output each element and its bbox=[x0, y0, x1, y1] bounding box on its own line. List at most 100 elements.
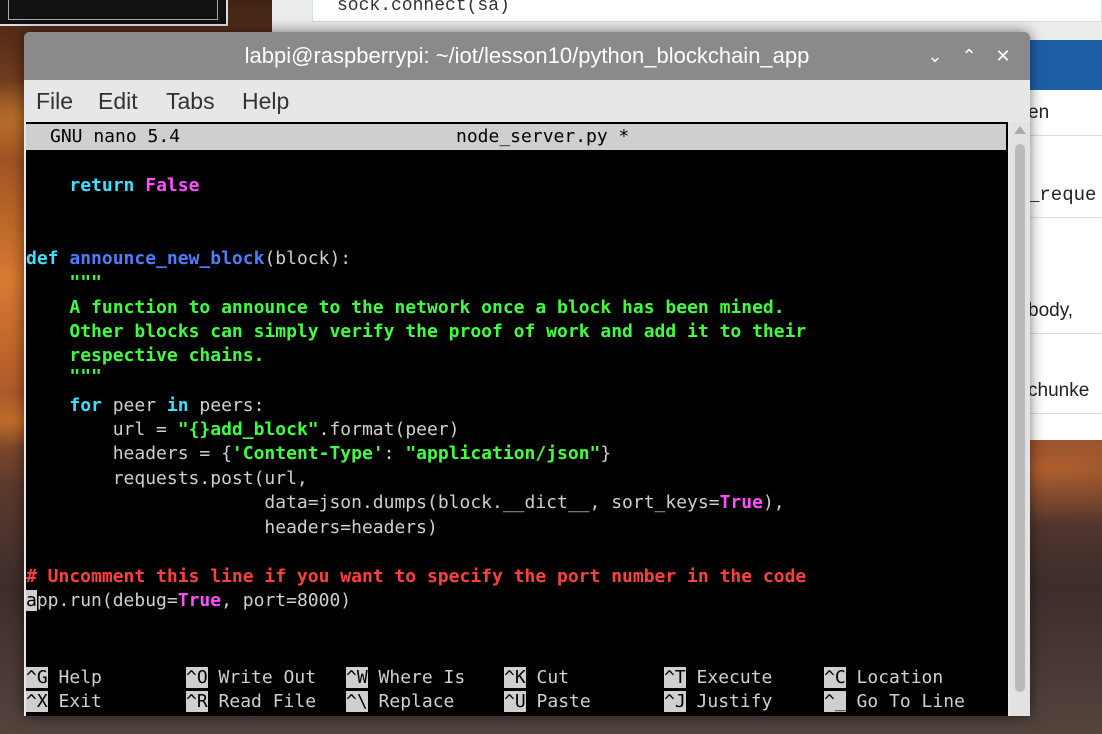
code-text: url = bbox=[112, 419, 178, 440]
shortcut-key: ^R bbox=[186, 691, 208, 712]
code-text: (block): bbox=[264, 248, 352, 269]
shortcut-label: Exit bbox=[58, 691, 102, 712]
shortcut-key: ^G bbox=[26, 667, 48, 688]
terminal-screen[interactable]: GNU nano 5.4 node_server.py * return Fal… bbox=[26, 122, 1008, 716]
shortcut-key: ^T bbox=[664, 667, 686, 688]
code-line: """ bbox=[26, 271, 102, 295]
shortcut-key: ^J bbox=[664, 691, 686, 712]
shortcut-label: Execute bbox=[696, 667, 773, 688]
code-text: requests.post(url, bbox=[112, 468, 308, 489]
code-line: def announce_new_block(block): bbox=[26, 247, 351, 271]
keyword: for bbox=[69, 395, 102, 416]
code-text: data=json.dumps(block.__dict__, sort_key… bbox=[264, 492, 720, 513]
literal: True bbox=[719, 492, 763, 513]
code-line: data=json.dumps(block.__dict__, sort_key… bbox=[26, 491, 785, 515]
background-terminal-window[interactable] bbox=[0, 0, 228, 26]
shortcut-label: Justify bbox=[696, 691, 773, 712]
code-line: """ bbox=[26, 365, 102, 389]
shortcut-replace[interactable]: ^\ Replace bbox=[346, 690, 454, 714]
shortcut-key: ^W bbox=[346, 667, 368, 688]
list-item[interactable]: en bbox=[1028, 90, 1102, 136]
shortcut-execute[interactable]: ^T Execute bbox=[664, 666, 772, 690]
minimize-button[interactable]: ⌄ bbox=[920, 32, 950, 80]
code-line: Other blocks can simply verify the proof… bbox=[26, 320, 806, 344]
shortcut-key: ^K bbox=[504, 667, 526, 688]
string: 'Content-Type' bbox=[231, 443, 384, 464]
title-bar[interactable]: labpi@raspberrypi: ~/iot/lesson10/python… bbox=[24, 32, 1030, 80]
menu-tabs[interactable]: Tabs bbox=[166, 88, 215, 115]
shortcut-write-out[interactable]: ^O Write Out bbox=[186, 666, 316, 690]
code-text: peer bbox=[101, 395, 167, 416]
vertical-scrollbar[interactable] bbox=[1010, 122, 1030, 716]
menu-bar: File Edit Tabs Help bbox=[24, 80, 1030, 122]
shortcut-read-file[interactable]: ^R Read File bbox=[186, 690, 316, 714]
terminal-window[interactable]: labpi@raspberrypi: ~/iot/lesson10/python… bbox=[24, 32, 1030, 716]
literal: True bbox=[177, 590, 222, 611]
list-item[interactable]: body, bbox=[1028, 288, 1102, 334]
code-text: pp.run(debug= bbox=[36, 590, 178, 611]
code-text: headers = { bbox=[112, 443, 232, 464]
code-line: headers=headers) bbox=[26, 516, 437, 540]
code-text: .format(peer) bbox=[318, 419, 460, 440]
code-text: ), bbox=[762, 492, 785, 513]
text-cursor[interactable]: a bbox=[26, 590, 37, 611]
shortcut-location[interactable]: ^C Location bbox=[824, 666, 943, 690]
code-line: for peer in peers: bbox=[26, 394, 264, 418]
shortcut-exit[interactable]: ^X Exit bbox=[26, 690, 102, 714]
code-text: : bbox=[383, 443, 406, 464]
window-title: labpi@raspberrypi: ~/iot/lesson10/python… bbox=[244, 43, 810, 68]
code-text: peers: bbox=[188, 395, 265, 416]
code-line: A function to announce to the network on… bbox=[26, 296, 785, 320]
code-line: return False bbox=[26, 174, 199, 198]
shortcut-go-to-line[interactable]: ^_ Go To Line bbox=[824, 690, 965, 714]
shortcut-label: Where Is bbox=[378, 667, 466, 688]
shortcut-where-is[interactable]: ^W Where Is bbox=[346, 666, 465, 690]
scroll-up-icon[interactable] bbox=[1014, 126, 1026, 134]
function-name: announce_new_block bbox=[69, 248, 265, 269]
code-line: app.run(debug=True, port=8000) bbox=[26, 589, 351, 613]
code-text: , port=8000) bbox=[221, 590, 352, 611]
shortcut-cut[interactable]: ^K Cut bbox=[504, 666, 569, 690]
shortcut-label: Help bbox=[58, 667, 102, 688]
string: "application/json" bbox=[405, 443, 601, 464]
close-button[interactable]: ✕ bbox=[988, 32, 1018, 80]
background-window-frame bbox=[8, 0, 218, 20]
keyword: def bbox=[26, 248, 59, 269]
shortcut-key: ^X bbox=[26, 691, 48, 712]
shortcut-label: Cut bbox=[536, 667, 570, 688]
string: "{}add_block" bbox=[177, 419, 319, 440]
code-text: } bbox=[600, 443, 612, 464]
list-item[interactable]: _reque bbox=[1028, 172, 1102, 218]
scrollbar-thumb[interactable] bbox=[1015, 144, 1025, 692]
shortcut-bar: ^G Help ^O Write Out ^W Where Is ^K Cut … bbox=[26, 666, 1008, 716]
shortcut-paste[interactable]: ^U Paste bbox=[504, 690, 591, 714]
keyword: in bbox=[166, 395, 189, 416]
code-comment: # Uncomment this line if you want to spe… bbox=[26, 565, 806, 589]
shortcut-label: Go To Line bbox=[856, 691, 965, 712]
shortcut-label: Read File bbox=[218, 691, 317, 712]
shortcut-label: Paste bbox=[536, 691, 591, 712]
shortcut-key: ^O bbox=[186, 667, 208, 688]
shortcut-key: ^U bbox=[504, 691, 526, 712]
code-line: url = "{}add_block".format(peer) bbox=[26, 418, 460, 442]
shortcut-label: Replace bbox=[378, 691, 455, 712]
comment: # Uncomment this line if you want to spe… bbox=[26, 566, 807, 587]
docstring: """ bbox=[69, 366, 102, 387]
code-line: headers = {'Content-Type': "application/… bbox=[26, 442, 612, 466]
list-item[interactable]: chunke bbox=[1028, 368, 1102, 414]
shortcut-help[interactable]: ^G Help bbox=[26, 666, 102, 690]
docstring: A function to announce to the network on… bbox=[69, 297, 785, 318]
code-line: requests.post(url, bbox=[26, 467, 308, 491]
maximize-button[interactable]: ⌃ bbox=[954, 32, 984, 80]
browser-header-bar bbox=[1022, 40, 1102, 90]
docstring: """ bbox=[69, 272, 102, 293]
shortcut-justify[interactable]: ^J Justify bbox=[664, 690, 772, 714]
nano-header: GNU nano 5.4 node_server.py * bbox=[26, 124, 1006, 150]
keyword: return bbox=[69, 175, 135, 196]
menu-file[interactable]: File bbox=[36, 88, 73, 115]
menu-edit[interactable]: Edit bbox=[98, 88, 138, 115]
shortcut-label: Location bbox=[856, 667, 944, 688]
menu-help[interactable]: Help bbox=[242, 88, 289, 115]
file-name: node_server.py * bbox=[456, 126, 630, 147]
nano-version: GNU nano 5.4 bbox=[50, 126, 181, 147]
